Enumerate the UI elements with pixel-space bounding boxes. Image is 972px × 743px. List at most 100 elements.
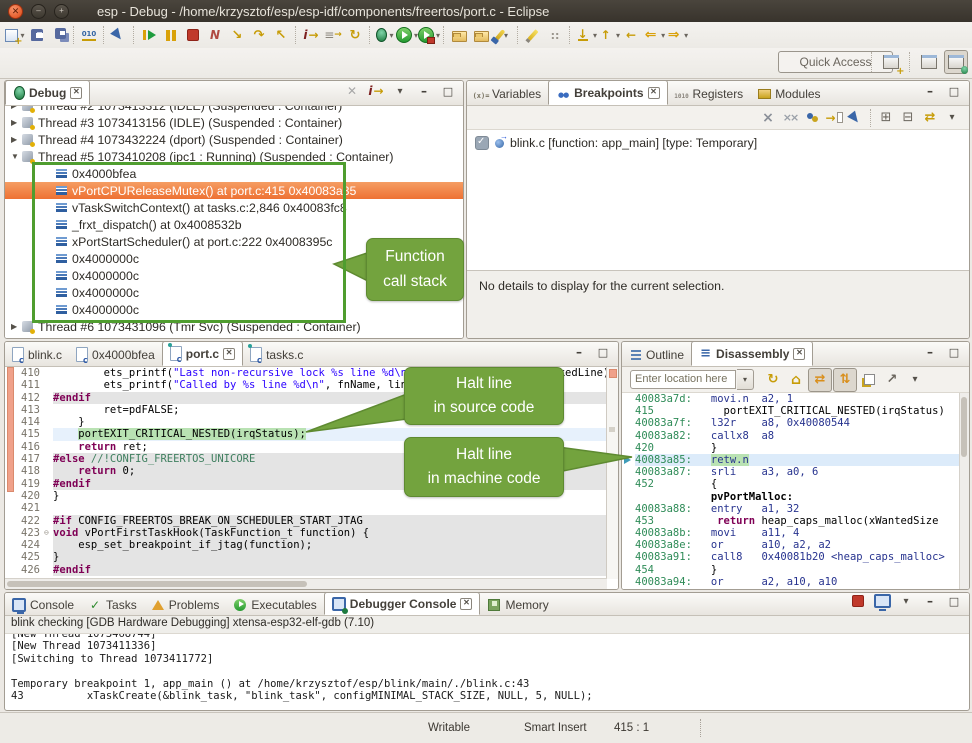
tab-executables[interactable]: Executables ✕ (226, 594, 323, 615)
code-line[interactable]: 426 #endif (5, 564, 618, 576)
debug-tree-row[interactable]: ▼ Thread #5 1073410208 (ipc1 : Running) … (5, 148, 463, 165)
debug-tree-row[interactable]: 0x4000000c (5, 267, 463, 284)
fold-marker-icon[interactable] (44, 564, 53, 576)
debug-tree-row[interactable]: ▶ Thread #3 1073413156 (IDLE) (Suspended… (5, 114, 463, 131)
terminate-button[interactable] (847, 592, 869, 612)
console-output[interactable]: [New Thread 1073468744] [New Thread 1073… (5, 634, 969, 708)
resume-button[interactable] (138, 24, 160, 46)
fold-marker-icon[interactable] (44, 453, 53, 465)
disassembly-line[interactable]: 40083a7d: movi.n a2, 1 (622, 393, 969, 405)
tab-registers[interactable]: Registers ✕ (668, 82, 751, 105)
twisty-icon[interactable]: ▶ (11, 106, 22, 110)
code-editor[interactable]: 410 ets_printf("Last non-recursive lock … (5, 367, 618, 589)
code-line[interactable]: 419 #endif (5, 478, 618, 490)
fold-marker-icon[interactable] (44, 478, 53, 490)
save-all-button[interactable] (48, 24, 70, 46)
tab-debugger-console[interactable]: Debugger Console ✕ (324, 593, 481, 615)
terminate-button[interactable] (182, 24, 204, 46)
vertical-scrollbar[interactable] (959, 393, 969, 589)
display-selected-console-button[interactable] (871, 592, 893, 612)
disassembly-line[interactable]: 40083a8b: movi a11, 4 (622, 527, 969, 539)
tab-port-c[interactable]: port.c ✕ (162, 342, 243, 366)
debug-tree-row[interactable]: 0x4000000c (5, 250, 463, 267)
close-icon[interactable]: ✕ (223, 348, 235, 360)
code-line[interactable]: 424 esp_set_breakpoint_if_jtag(function)… (5, 539, 618, 551)
skip-all-breakpoints-button[interactable] (108, 24, 130, 46)
minimize-view-button[interactable] (413, 80, 435, 102)
code-line[interactable]: 420 } (5, 490, 618, 502)
view-menu-button[interactable] (941, 107, 963, 129)
debug-tree-row[interactable]: 0x4000000c (5, 284, 463, 301)
fold-marker-icon[interactable] (44, 465, 53, 477)
show-breakpoints-for-selection-button[interactable] (801, 107, 823, 129)
debug-tree-row[interactable]: ▶ Thread #4 1073432224 (dport) (Suspende… (5, 131, 463, 148)
resume-at-line-button[interactable] (344, 24, 366, 46)
code-line[interactable]: 417 #else //!CONFIG_FREERTOS_UNICORE (5, 453, 618, 465)
debug-tree-row[interactable]: xPortStartScheduler() at port.c:222 0x40… (5, 233, 463, 250)
location-input[interactable]: Enter location here (630, 370, 736, 389)
disassembly-line[interactable]: 415 portEXIT_CRITICAL_NESTED(irqStatus) (622, 405, 969, 417)
tab-tasks[interactable]: Tasks ✕ (81, 594, 144, 615)
maximize-view-button[interactable] (943, 80, 965, 102)
home-button[interactable] (785, 369, 807, 391)
code-line[interactable]: 425 } (5, 551, 618, 563)
open-perspective-button[interactable] (880, 51, 902, 73)
code-line[interactable]: 423 void vPortFirstTaskHook(TaskFunction… (5, 527, 618, 539)
disassembly-line[interactable]: 40083a88: entry a1, 32 (622, 503, 969, 515)
fold-marker-icon[interactable] (44, 527, 53, 539)
tab-outline[interactable]: Outline ✕ (622, 343, 691, 366)
show-source-toggle[interactable] (833, 368, 857, 392)
fold-marker-icon[interactable] (44, 539, 53, 551)
debug-tree-row[interactable]: vTaskSwitchContext() at tasks.c:2,846 0x… (5, 199, 463, 216)
save-button[interactable] (26, 24, 48, 46)
disassembly-line[interactable]: 40083a7f: l32r a8, 0x40080544 (622, 417, 969, 429)
last-edit-location-button[interactable] (574, 24, 597, 46)
close-icon[interactable]: ✕ (648, 87, 660, 99)
console-list-button[interactable] (895, 592, 917, 612)
disassembly-line[interactable]: pvPortMalloc: (622, 491, 969, 503)
tab-debug[interactable]: Debug ✕ (5, 81, 90, 105)
maximize-view-button[interactable] (437, 80, 459, 102)
link-with-debug-button[interactable] (919, 107, 941, 129)
maximize-view-button[interactable] (592, 341, 614, 363)
build-binary-button[interactable] (78, 24, 100, 46)
open-element-button[interactable] (470, 24, 492, 46)
disassembly-line[interactable]: 453 return heap_caps_malloc(xWantedSize (622, 515, 969, 527)
external-tools-button[interactable] (418, 24, 440, 46)
code-line[interactable]: 418 return 0; (5, 465, 618, 477)
expand-all-button[interactable] (875, 107, 897, 129)
tab-memory[interactable]: Memory ✕ (480, 594, 555, 615)
debug-tree-row[interactable]: vPortCPUReleaseMutex() at port.c:415 0x4… (5, 182, 463, 199)
minimize-view-button[interactable] (919, 80, 941, 102)
tab-blink-c[interactable]: blink.c ✕ (5, 343, 69, 366)
twisty-icon[interactable]: ▼ (11, 152, 22, 161)
open-new-view-button[interactable] (858, 369, 880, 391)
collapse-all-button[interactable] (897, 107, 919, 129)
overview-ruler[interactable] (606, 367, 618, 579)
code-line[interactable]: 413 ret=pdFALSE; (5, 404, 618, 416)
disassembly-line[interactable]: 420 } (622, 442, 969, 454)
fold-marker-icon[interactable] (44, 392, 53, 404)
remove-terminated-button[interactable] (341, 80, 363, 102)
code-line[interactable]: 414 } (5, 416, 618, 428)
scrollbar-thumb[interactable] (961, 397, 967, 457)
fold-marker-icon[interactable] (44, 428, 53, 440)
maximize-button[interactable]: + (54, 4, 69, 19)
new-wizard-button[interactable] (4, 24, 26, 46)
skip-all-breakpoints-toggle[interactable] (845, 107, 867, 129)
annotations-button[interactable] (544, 24, 566, 46)
code-line[interactable]: 410 ets_printf("Last non-recursive lock … (5, 367, 618, 379)
disassembly-line[interactable]: 454 } (622, 564, 969, 576)
forward-button[interactable] (665, 24, 688, 46)
close-icon[interactable]: ✕ (70, 87, 82, 99)
debug-tree-row[interactable]: _frxt_dispatch() at 0x4008532b (5, 216, 463, 233)
fold-marker-icon[interactable] (44, 367, 53, 379)
disassembly-line[interactable]: 40083a8e: or a10, a2, a2 (622, 539, 969, 551)
step-return-button[interactable] (270, 24, 292, 46)
tab-breakpoints[interactable]: Breakpoints ✕ (548, 81, 667, 105)
search-button[interactable] (492, 24, 514, 46)
code-line[interactable]: 411 ets_printf("Called by %s line %d\n",… (5, 379, 618, 391)
minimize-view-button[interactable] (919, 592, 941, 612)
tab-problems[interactable]: Problems ✕ (144, 594, 227, 615)
mark-occurrences-button[interactable] (522, 24, 544, 46)
